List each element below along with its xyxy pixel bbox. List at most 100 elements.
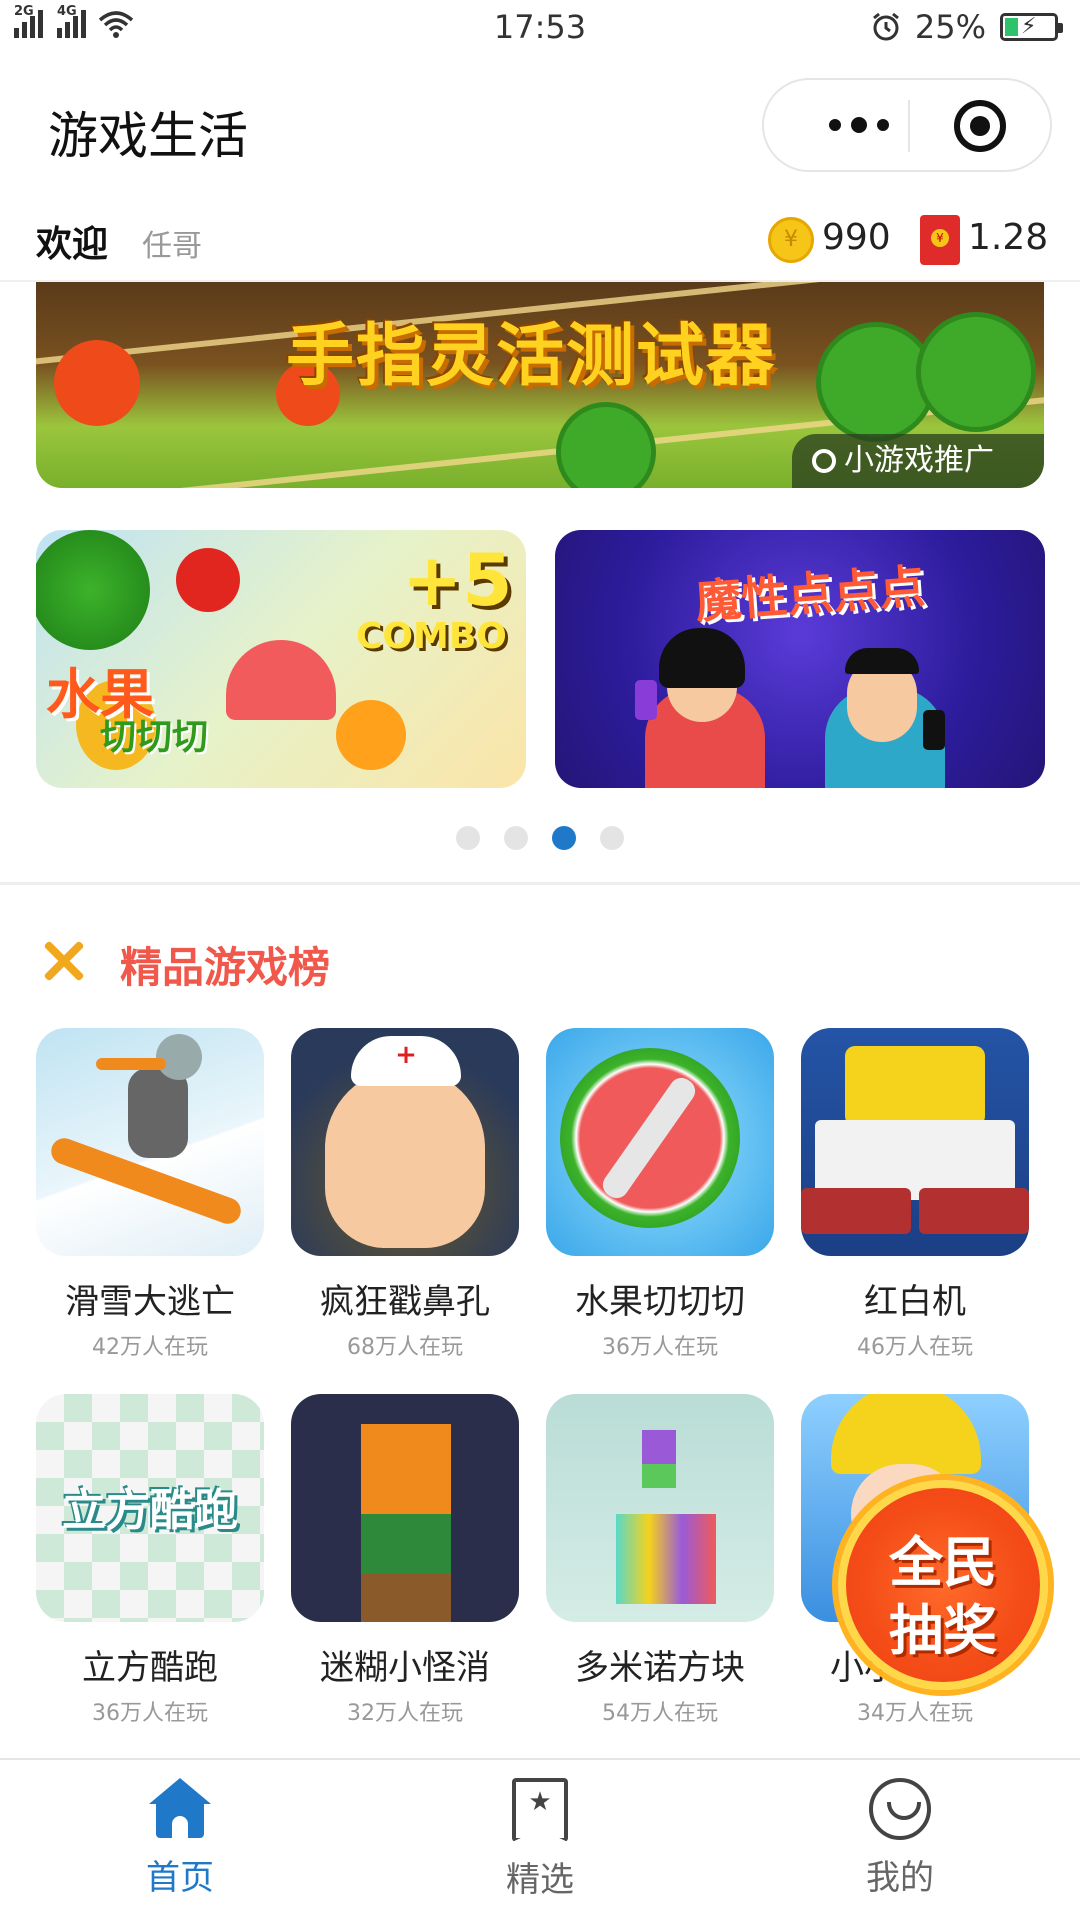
promo-banner[interactable]: 手指灵活测试器 小游戏推广 <box>36 282 1044 488</box>
combo-count: +5 <box>402 538 513 622</box>
phone-graphic <box>635 680 657 720</box>
helmet-graphic <box>831 1394 981 1474</box>
green-block-graphic <box>361 1514 451 1574</box>
fruit-card-subtitle: 切切切 <box>100 717 209 758</box>
home-icon <box>149 1778 211 1840</box>
ski-escape-icon[interactable] <box>36 1028 264 1256</box>
game-name: 滑雪大逃亡 <box>65 1282 235 1322</box>
domino-blocks-icon[interactable] <box>546 1394 774 1622</box>
console-screen-graphic <box>845 1046 985 1126</box>
game-item[interactable]: 滑雪大逃亡 42万人在玩 <box>36 1028 264 1361</box>
page-title: 游戏生活 <box>48 107 248 165</box>
game-players: 36万人在玩 <box>92 1701 208 1726</box>
alarm-icon <box>872 12 899 41</box>
capsule-divider <box>908 100 910 152</box>
controller-graphic <box>801 1188 911 1234</box>
crazy-nose-icon[interactable]: + <box>291 1028 519 1256</box>
promo-tag-label: 小游戏推广 <box>844 443 994 478</box>
battery-fill <box>1005 18 1018 36</box>
lottery-badge[interactable]: 全民 抽奖 <box>838 1480 1048 1690</box>
orange-block-graphic <box>361 1424 451 1514</box>
close-program-icon[interactable] <box>954 100 1006 152</box>
red-packet-icon <box>920 215 960 265</box>
tab-featured-label: 精选 <box>506 1860 574 1900</box>
coin-icon: ¥ <box>768 217 814 263</box>
game-name: 疯狂戳鼻孔 <box>320 1282 490 1322</box>
apple-graphic <box>176 548 240 612</box>
block-stack-graphic <box>616 1514 716 1604</box>
game-name: 迷糊小怪消 <box>320 1648 490 1688</box>
link-icon <box>812 449 836 473</box>
nav-bar: 游戏生活 <box>0 58 1080 198</box>
game-item[interactable]: 多米诺方块 54万人在玩 <box>546 1394 774 1727</box>
combo-label: COMBO <box>356 616 507 657</box>
red-cross-icon: + <box>395 1040 417 1070</box>
game-name: 水果切切切 <box>575 1282 745 1322</box>
brown-block-graphic <box>361 1574 451 1622</box>
fruit-cut-card[interactable]: 水果 切切切 +5 COMBO <box>36 530 526 788</box>
user-name: 任哥 <box>142 229 202 264</box>
tab-me[interactable]: 我的 <box>800 1778 1000 1899</box>
game-players: 68万人在玩 <box>347 1335 463 1360</box>
section-title: 精品游戏榜 <box>120 943 331 992</box>
runner-figure <box>54 340 140 426</box>
famicom-icon[interactable] <box>801 1028 1029 1256</box>
coin-count[interactable]: 990 <box>822 217 891 258</box>
cash-balance[interactable]: 1.28 <box>968 217 1048 258</box>
section-divider <box>0 882 1080 885</box>
welcome-label: 欢迎 <box>36 224 109 265</box>
cube-run-icon[interactable]: 立方酷跑 <box>36 1394 264 1622</box>
controller-graphic <box>919 1188 1029 1234</box>
carousel-dot[interactable] <box>456 826 480 850</box>
tab-me-label: 我的 <box>866 1858 934 1898</box>
tree-decoration <box>916 312 1036 432</box>
welcome-row: 欢迎 任哥 ¥ 990 1.28 <box>0 205 1080 275</box>
tab-featured[interactable]: ★ 精选 <box>440 1778 640 1901</box>
game-name: 多米诺方块 <box>575 1648 745 1688</box>
carousel-dot[interactable] <box>600 826 624 850</box>
game-name: 立方酷跑 <box>82 1648 218 1688</box>
more-icon[interactable] <box>804 80 914 170</box>
carousel-dot-active[interactable] <box>552 826 576 850</box>
lottery-line2: 抽奖 <box>889 1599 997 1662</box>
skier-head-graphic <box>156 1034 202 1080</box>
phone-graphic <box>923 710 945 750</box>
watermelon-graphic <box>36 530 150 650</box>
cube-run-logo-text: 立方酷跑 <box>62 1485 238 1536</box>
scarf-graphic <box>96 1058 166 1070</box>
game-players: 54万人在玩 <box>602 1701 718 1726</box>
purple-block-graphic <box>642 1430 676 1464</box>
tab-home[interactable]: 首页 <box>80 1778 280 1899</box>
magic-card-title: 魔性点点点 <box>693 559 927 629</box>
crossed-swords-icon <box>40 936 88 984</box>
game-players: 42万人在玩 <box>92 1335 208 1360</box>
status-right: 25% ⚡ <box>871 8 1063 46</box>
game-players: 36万人在玩 <box>602 1335 718 1360</box>
battery-icon: ⚡ <box>1000 13 1063 41</box>
carousel-indicator <box>0 826 1080 850</box>
green-block-graphic <box>642 1464 676 1488</box>
monster-match-icon[interactable] <box>291 1394 519 1622</box>
magic-tap-card[interactable]: 魔性点点点 <box>555 530 1045 788</box>
boy-hair <box>845 648 919 674</box>
game-players: 46万人在玩 <box>857 1335 973 1360</box>
game-players: 32万人在玩 <box>347 1701 463 1726</box>
tab-home-label: 首页 <box>146 1858 214 1898</box>
banner-title: 手指灵活测试器 <box>286 317 777 396</box>
skier-body-graphic <box>128 1068 188 1158</box>
charging-icon: ⚡ <box>1021 14 1037 39</box>
game-players: 34万人在玩 <box>857 1701 973 1726</box>
game-item[interactable]: + 疯狂戳鼻孔 68万人在玩 <box>291 1028 519 1361</box>
game-item[interactable]: 立方酷跑 立方酷跑 36万人在玩 <box>36 1394 264 1727</box>
game-item[interactable]: 水果切切切 36万人在玩 <box>546 1028 774 1361</box>
watermelon-slice-graphic <box>226 640 336 720</box>
game-item[interactable]: 红白机 46万人在玩 <box>801 1028 1029 1361</box>
mini-program-capsule <box>762 78 1052 172</box>
game-item[interactable]: 迷糊小怪消 32万人在玩 <box>291 1394 519 1727</box>
carousel-dot[interactable] <box>504 826 528 850</box>
orange-graphic <box>336 700 406 770</box>
fruit-cut-icon[interactable] <box>546 1028 774 1256</box>
smile-icon <box>869 1778 931 1840</box>
status-bar: 2G 4G 17:53 25% ⚡ <box>0 0 1080 58</box>
battery-percent: 25% <box>914 8 986 46</box>
